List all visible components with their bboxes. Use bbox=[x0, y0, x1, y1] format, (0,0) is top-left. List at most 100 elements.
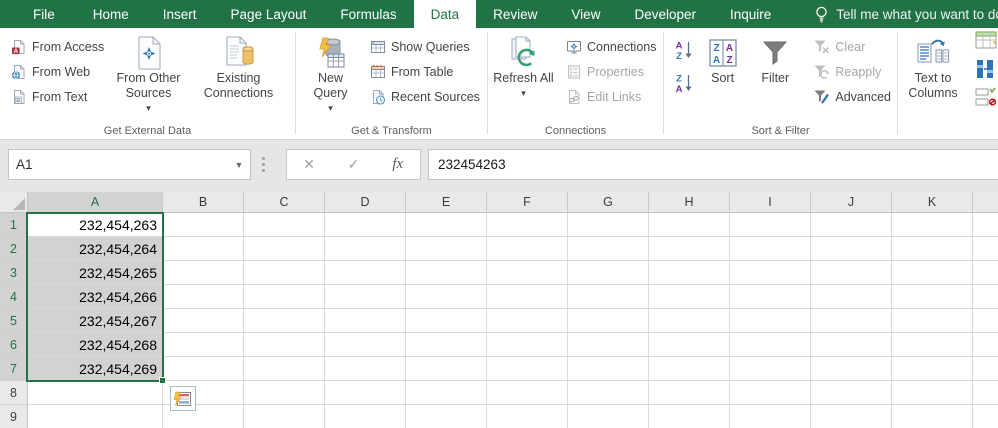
row-header-5[interactable]: 5 bbox=[0, 309, 28, 333]
cell-B5[interactable] bbox=[163, 309, 244, 333]
clear-filter-button[interactable]: Clear bbox=[809, 34, 895, 59]
cell-H4[interactable] bbox=[649, 285, 730, 309]
cell-E4[interactable] bbox=[406, 285, 487, 309]
cell-H7[interactable] bbox=[649, 357, 730, 381]
sort-a-to-z-button[interactable]: AZ bbox=[671, 38, 697, 62]
cell-partial-2[interactable] bbox=[973, 237, 998, 261]
cell-partial-5[interactable] bbox=[973, 309, 998, 333]
cell-E1[interactable] bbox=[406, 213, 487, 237]
cell-J1[interactable] bbox=[811, 213, 892, 237]
tell-me-box[interactable]: Tell me what you want to do bbox=[814, 0, 998, 28]
column-header-J[interactable]: J bbox=[811, 192, 892, 213]
cell-H3[interactable] bbox=[649, 261, 730, 285]
edit-links-button[interactable]: Edit Links bbox=[561, 84, 661, 109]
cell-partial-3[interactable] bbox=[973, 261, 998, 285]
cell-A3[interactable]: 232,454,265 bbox=[28, 261, 163, 285]
column-header-E[interactable]: E bbox=[406, 192, 487, 213]
cell-I6[interactable] bbox=[730, 333, 811, 357]
cell-A7[interactable]: 232,454,269 bbox=[28, 357, 163, 381]
cell-A8[interactable] bbox=[28, 381, 163, 405]
row-header-1[interactable]: 1 bbox=[0, 213, 28, 237]
auto-fill-options-button[interactable] bbox=[170, 386, 196, 411]
cell-A2[interactable]: 232,454,264 bbox=[28, 237, 163, 261]
text-to-columns-button[interactable]: Text to Columns bbox=[902, 31, 964, 101]
cell-G7[interactable] bbox=[568, 357, 649, 381]
cell-A5[interactable]: 232,454,267 bbox=[28, 309, 163, 333]
cell-I7[interactable] bbox=[730, 357, 811, 381]
row-header-9[interactable]: 9 bbox=[0, 405, 28, 428]
cell-J7[interactable] bbox=[811, 357, 892, 381]
cell-C4[interactable] bbox=[244, 285, 325, 309]
cell-K1[interactable] bbox=[892, 213, 973, 237]
cell-C2[interactable] bbox=[244, 237, 325, 261]
cell-K7[interactable] bbox=[892, 357, 973, 381]
row-header-8[interactable]: 8 bbox=[0, 381, 28, 405]
cell-J5[interactable] bbox=[811, 309, 892, 333]
column-header-H[interactable]: H bbox=[649, 192, 730, 213]
cell-D4[interactable] bbox=[325, 285, 406, 309]
cell-J2[interactable] bbox=[811, 237, 892, 261]
row-header-2[interactable]: 2 bbox=[0, 237, 28, 261]
cell-partial-1[interactable] bbox=[973, 213, 998, 237]
cell-G3[interactable] bbox=[568, 261, 649, 285]
cell-G1[interactable] bbox=[568, 213, 649, 237]
cell-H2[interactable] bbox=[649, 237, 730, 261]
from-access-button[interactable]: A From Access bbox=[6, 34, 106, 59]
from-text-button[interactable]: From Text bbox=[6, 84, 106, 109]
column-header-partial[interactable] bbox=[973, 192, 998, 213]
cell-F3[interactable] bbox=[487, 261, 568, 285]
cell-D2[interactable] bbox=[325, 237, 406, 261]
cell-C7[interactable] bbox=[244, 357, 325, 381]
cell-D3[interactable] bbox=[325, 261, 406, 285]
cell-partial-7[interactable] bbox=[973, 357, 998, 381]
tab-page-layout[interactable]: Page Layout bbox=[214, 0, 324, 28]
column-header-D[interactable]: D bbox=[325, 192, 406, 213]
cell-I1[interactable] bbox=[730, 213, 811, 237]
cell-D9[interactable] bbox=[325, 405, 406, 428]
cell-F5[interactable] bbox=[487, 309, 568, 333]
cell-K8[interactable] bbox=[892, 381, 973, 405]
cell-G5[interactable] bbox=[568, 309, 649, 333]
cell-H1[interactable] bbox=[649, 213, 730, 237]
cell-E7[interactable] bbox=[406, 357, 487, 381]
cell-J8[interactable] bbox=[811, 381, 892, 405]
row-header-6[interactable]: 6 bbox=[0, 333, 28, 357]
cell-F2[interactable] bbox=[487, 237, 568, 261]
cell-H5[interactable] bbox=[649, 309, 730, 333]
cell-E6[interactable] bbox=[406, 333, 487, 357]
cell-J6[interactable] bbox=[811, 333, 892, 357]
cell-I5[interactable] bbox=[730, 309, 811, 333]
connections-button[interactable]: Connections bbox=[561, 34, 661, 59]
reapply-filter-button[interactable]: Reapply bbox=[809, 59, 895, 84]
cell-C8[interactable] bbox=[244, 381, 325, 405]
from-table-button[interactable]: From Table bbox=[365, 59, 484, 84]
cell-A1[interactable]: 232,454,263 bbox=[28, 213, 163, 237]
cell-F1[interactable] bbox=[487, 213, 568, 237]
cell-E8[interactable] bbox=[406, 381, 487, 405]
cell-C9[interactable] bbox=[244, 405, 325, 428]
tab-home[interactable]: Home bbox=[76, 0, 146, 28]
remove-duplicates-icon[interactable] bbox=[975, 59, 997, 79]
cell-B6[interactable] bbox=[163, 333, 244, 357]
formula-bar-handle[interactable] bbox=[251, 149, 275, 180]
filter-button[interactable]: Filter bbox=[751, 31, 799, 86]
cell-E9[interactable] bbox=[406, 405, 487, 428]
cell-E2[interactable] bbox=[406, 237, 487, 261]
cell-D1[interactable] bbox=[325, 213, 406, 237]
cell-A6[interactable]: 232,454,268 bbox=[28, 333, 163, 357]
cell-B1[interactable] bbox=[163, 213, 244, 237]
cell-G4[interactable] bbox=[568, 285, 649, 309]
sort-z-to-a-button[interactable]: ZA bbox=[671, 71, 697, 95]
recent-sources-button[interactable]: Recent Sources bbox=[365, 84, 484, 109]
cell-C5[interactable] bbox=[244, 309, 325, 333]
tab-developer[interactable]: Developer bbox=[617, 0, 713, 28]
cell-C1[interactable] bbox=[244, 213, 325, 237]
cell-E3[interactable] bbox=[406, 261, 487, 285]
cell-B3[interactable] bbox=[163, 261, 244, 285]
properties-button[interactable]: Properties bbox=[561, 59, 661, 84]
tab-formulas[interactable]: Formulas bbox=[323, 0, 413, 28]
formula-input[interactable]: 232454263 bbox=[428, 149, 998, 180]
tab-insert[interactable]: Insert bbox=[146, 0, 214, 28]
cell-G8[interactable] bbox=[568, 381, 649, 405]
column-header-G[interactable]: G bbox=[568, 192, 649, 213]
